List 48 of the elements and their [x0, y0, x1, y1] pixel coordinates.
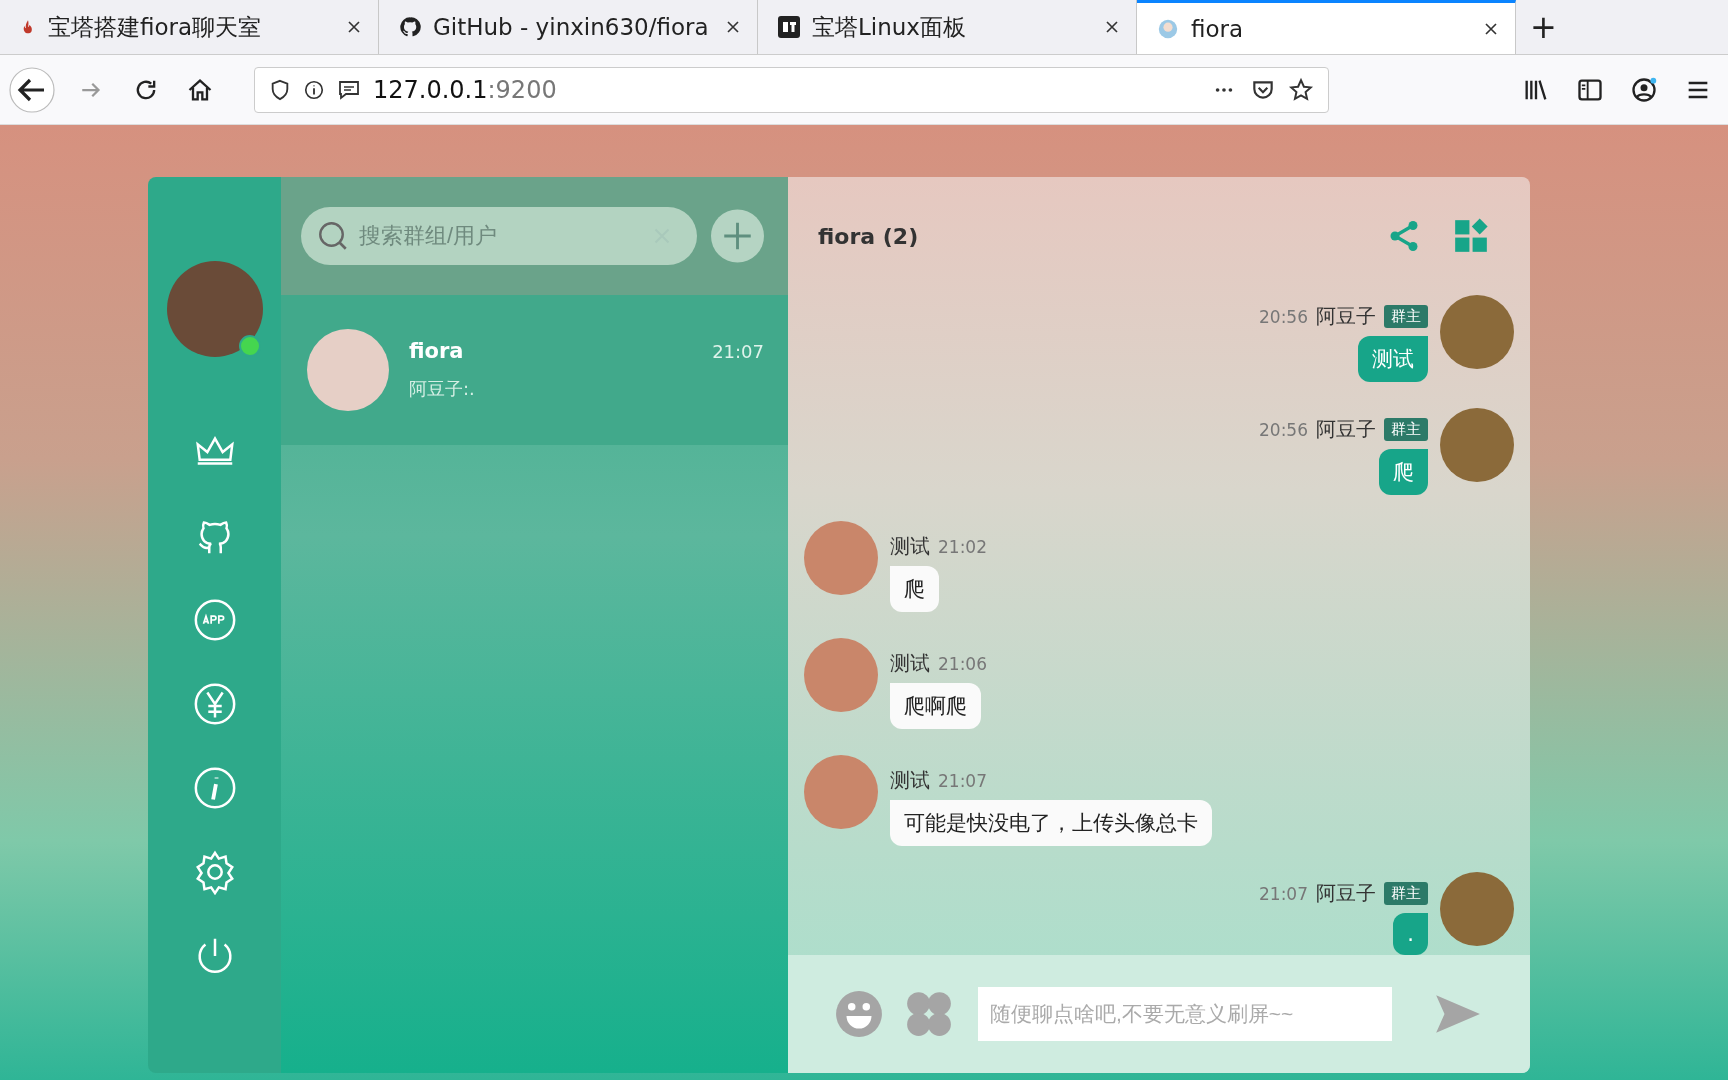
- message-time: 21:07: [1259, 883, 1308, 904]
- tab-title: 宝塔Linux面板: [812, 12, 967, 42]
- message-time: 21:02: [938, 536, 987, 557]
- message-preview: 阿豆子:.: [409, 377, 476, 401]
- message-bubble: 可能是快没电了，上传头像总卡: [890, 800, 1212, 846]
- browser-tab[interactable]: GitHub - yinxin630/fiora:: [379, 0, 758, 54]
- browser-tab[interactable]: fiora: [1137, 0, 1516, 54]
- tab-title: GitHub - yinxin630/fiora:: [433, 14, 711, 40]
- browser-tab[interactable]: 宝塔Linux面板: [758, 0, 1137, 54]
- message-time: 21:06: [938, 653, 987, 674]
- add-icon[interactable]: [711, 207, 764, 265]
- star-icon[interactable]: [1288, 76, 1314, 103]
- tab-title: 宝塔搭建fiora聊天室: [48, 12, 263, 42]
- timestamp: 21:07: [712, 341, 764, 362]
- tab-title: fiora: [1191, 15, 1245, 42]
- message-bubble: 爬啊爬: [890, 683, 981, 729]
- browser-tab[interactable]: 宝塔搭建fiora聊天室: [0, 0, 379, 54]
- url-text: 127.0.0.1:9200: [373, 75, 557, 104]
- search-field[interactable]: 搜索群组/用户: [301, 207, 697, 265]
- new-tab-button[interactable]: +: [1516, 0, 1571, 54]
- sender-name: 测试: [890, 767, 930, 794]
- chat-title: fiora (2): [818, 223, 919, 249]
- owner-badge: 群主: [1384, 305, 1428, 328]
- bt-logo-icon: [778, 16, 800, 38]
- sender-name: 阿豆子: [1316, 303, 1376, 330]
- github-icon: [399, 16, 421, 38]
- avatar-icon: [1157, 17, 1179, 40]
- emoji-icon[interactable]: [834, 989, 884, 1039]
- sender-name: 测试: [890, 650, 930, 677]
- conversation-name: fiora: [409, 339, 465, 363]
- message-time: 20:56: [1259, 419, 1308, 440]
- message-time: 21:07: [938, 770, 987, 791]
- message-bubble: .: [1393, 913, 1428, 955]
- sender-name: 测试: [890, 533, 930, 560]
- info-icon: [303, 78, 325, 101]
- owner-badge: 群主: [1384, 418, 1428, 441]
- shield-icon: [269, 78, 291, 101]
- account-icon[interactable]: [1630, 75, 1658, 104]
- sender-name: 阿豆子: [1316, 416, 1376, 443]
- owner-badge: 群主: [1384, 882, 1428, 905]
- message-bubble: 测试: [1358, 336, 1428, 382]
- message-time: 20:56: [1259, 306, 1308, 327]
- back-icon[interactable]: [8, 65, 56, 114]
- message-bubble: 爬: [890, 566, 939, 612]
- sender-name: 阿豆子: [1316, 880, 1376, 907]
- message-bubble: 爬: [1379, 449, 1428, 495]
- address-bar[interactable]: 127.0.0.1:9200: [254, 66, 1329, 113]
- message-input[interactable]: 随便聊点啥吧,不要无意义刷屏~~: [978, 987, 1392, 1041]
